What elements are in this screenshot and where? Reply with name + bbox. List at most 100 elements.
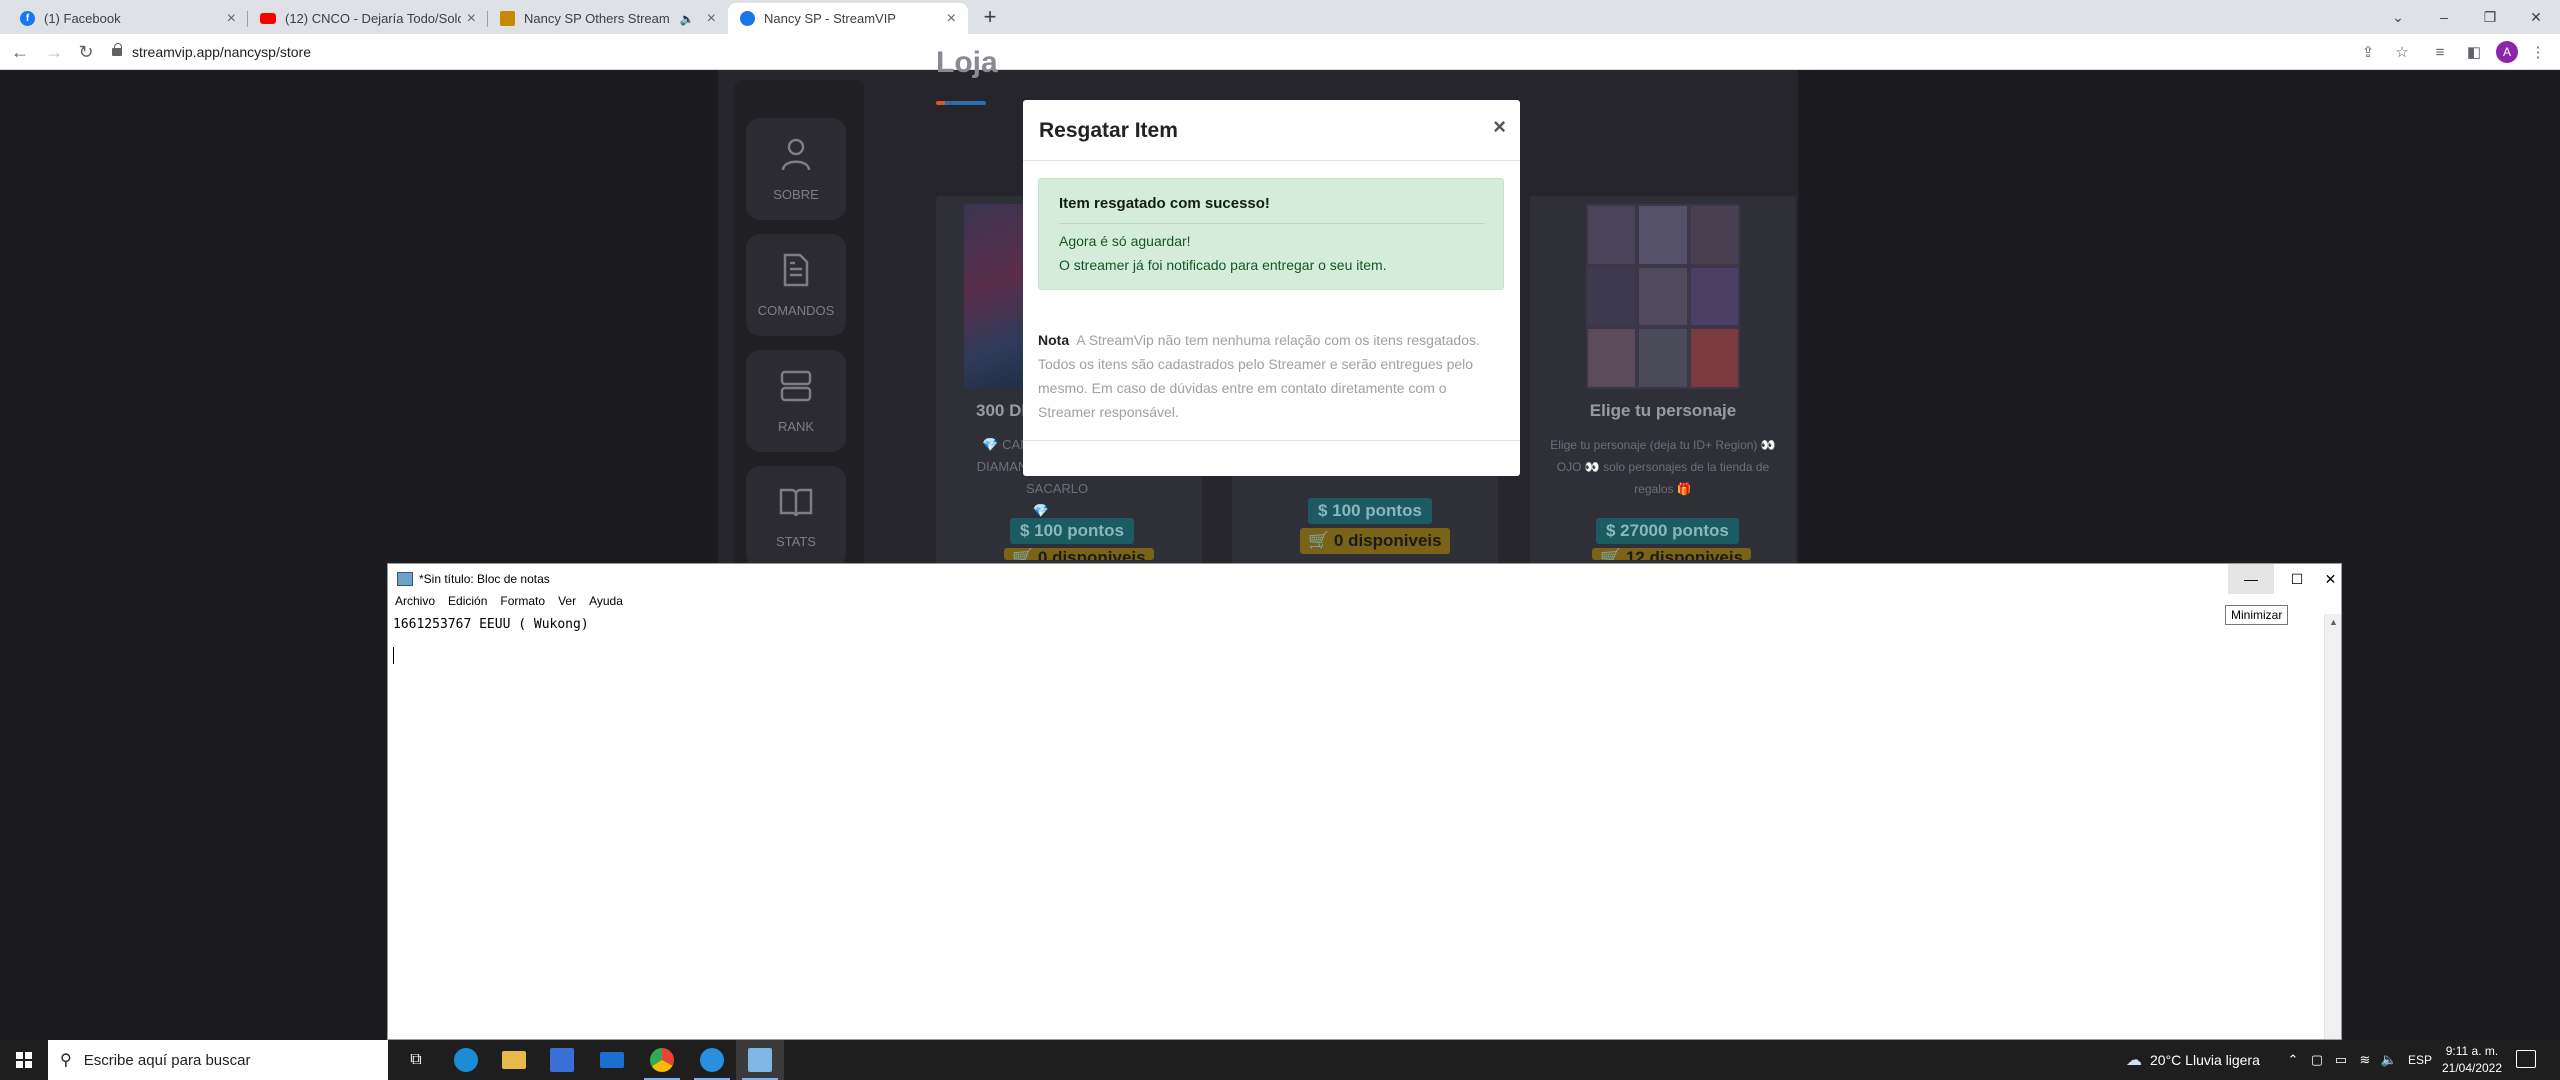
sidebar-item-rank[interactable]: RANK — [746, 350, 846, 452]
scroll-up-icon[interactable]: ▲ — [2329, 617, 2338, 627]
book-icon — [779, 486, 813, 526]
weather-text: 20°C Lluvia ligera — [2150, 1052, 2260, 1068]
streamvip-icon — [740, 11, 755, 26]
free-fire-icon — [500, 11, 515, 26]
alert-text: Agora é só aguardar! — [1059, 233, 1191, 249]
maximize-button[interactable]: ☐ — [2274, 564, 2320, 594]
menu-dots-icon[interactable]: ⋮ — [2526, 40, 2550, 64]
volume-icon[interactable]: 🔈 — [2379, 1040, 2399, 1080]
success-alert: Item resgatado com sucesso! Agora é só a… — [1038, 178, 1504, 290]
sidebar-item-label: COMANDOS — [757, 302, 835, 318]
speaker-icon[interactable]: 🔈 — [680, 12, 695, 26]
reading-list-icon[interactable]: ≡ — [2428, 40, 2452, 64]
note-label: Nota — [1038, 332, 1070, 348]
sidebar-item-label: SOBRE — [773, 186, 819, 202]
store-icon — [550, 1048, 574, 1072]
tab-title: (12) CNCO - Dejaría Todo/Solo In... — [285, 11, 461, 26]
menu-archivo[interactable]: Archivo — [395, 594, 435, 614]
note-text: A StreamVip não tem nenhuma relação com … — [1038, 332, 1480, 420]
back-icon[interactable]: ← — [6, 38, 34, 66]
user-icon — [781, 137, 811, 179]
close-icon[interactable]: × — [707, 10, 716, 28]
server-icon — [780, 369, 812, 411]
start-button[interactable] — [0, 1040, 48, 1080]
notepad-titlebar[interactable]: *Sin título: Bloc de notas — [388, 564, 2341, 594]
tab-search-icon[interactable]: ⌄ — [2375, 0, 2421, 34]
clock-time: 9:11 a. m. — [2445, 1044, 2499, 1058]
bookmark-star-icon[interactable]: ☆ — [2390, 40, 2414, 64]
mail-icon — [600, 1052, 624, 1068]
taskbar-notepad[interactable] — [736, 1040, 784, 1080]
text-editor[interactable]: 1661253767 EEUU ( Wukong) — [391, 614, 2321, 1039]
taskbar-explorer[interactable] — [490, 1040, 538, 1080]
side-panel-icon[interactable]: ◧ — [2462, 40, 2486, 64]
browser-tab-strip: f (1) Facebook × (12) CNCO - Dejaría Tod… — [0, 0, 2560, 34]
network-icon[interactable]: ▭ — [2331, 1040, 2351, 1080]
menu-formato[interactable]: Formato — [500, 594, 545, 614]
forward-icon[interactable]: → — [40, 38, 68, 66]
weather-widget[interactable]: ☁ 20°C Lluvia ligera — [2126, 1040, 2260, 1080]
minimize-button[interactable]: — — [2228, 564, 2274, 594]
sidebar-item-sobre[interactable]: SOBRE — [746, 118, 846, 220]
notification-icon[interactable] — [2516, 1050, 2536, 1068]
price-badge: $ 100 pontos — [1308, 498, 1432, 524]
taskbar-app-blue[interactable] — [688, 1040, 736, 1080]
tab-youtube[interactable]: (12) CNCO - Dejaría Todo/Solo In... × — [248, 3, 488, 34]
taskbar-edge[interactable] — [442, 1040, 490, 1080]
sidebar-item-stats[interactable]: STATS — [746, 466, 846, 568]
windows-icon — [16, 1052, 32, 1068]
menu-ayuda[interactable]: Ayuda — [589, 594, 623, 614]
chevron-up-icon[interactable]: ⌃ — [2283, 1040, 2303, 1080]
cloud-icon: ☁ — [2126, 1052, 2142, 1069]
taskbar-mail[interactable] — [588, 1040, 636, 1080]
lock-icon[interactable] — [112, 43, 122, 56]
close-icon[interactable]: × — [227, 10, 236, 28]
vertical-scrollbar[interactable]: ▲ — [2324, 614, 2341, 1039]
redeem-modal: Resgatar Item × Item resgatado com suces… — [1023, 100, 1520, 476]
price-badge: $ 100 pontos — [1010, 518, 1134, 544]
close-icon[interactable]: × — [467, 10, 476, 28]
facebook-icon: f — [20, 11, 35, 26]
tab-free-fire-stream[interactable]: Nancy SP Others Stream - 8... 🔈 × — [488, 3, 728, 34]
meet-icon[interactable]: ▢ — [2307, 1040, 2327, 1080]
availability-badge: 🛒 12 disponiveis — [1592, 548, 1752, 560]
tab-facebook[interactable]: f (1) Facebook × — [8, 3, 248, 34]
close-icon[interactable]: × — [947, 10, 956, 28]
desc-line: SACARLO 💎 — [1026, 481, 1089, 518]
taskbar-store[interactable] — [538, 1040, 586, 1080]
restore-button[interactable]: ❐ — [2467, 0, 2513, 34]
new-tab-button[interactable]: + — [976, 3, 1004, 31]
close-window-button[interactable]: ✕ — [2320, 564, 2341, 594]
character-grid — [1586, 204, 1740, 389]
clock-date: 21/04/2022 — [2441, 1061, 2503, 1075]
language-indicator[interactable]: ESP — [2408, 1040, 2432, 1080]
url-text[interactable]: streamvip.app/nancysp/store — [132, 44, 311, 60]
text-line: 1661253767 EEUU ( Wukong) — [393, 617, 589, 632]
item-name: Elige tu personaje — [1589, 401, 1737, 420]
close-window-button[interactable]: ✕ — [2513, 0, 2559, 34]
desc-line: regalos 🎁 — [1634, 482, 1692, 496]
share-icon[interactable]: ⇪ — [2356, 40, 2380, 64]
reload-icon[interactable]: ↻ — [72, 38, 100, 66]
clock[interactable]: 9:11 a. m. 21/04/2022 — [2432, 1043, 2512, 1077]
wifi-icon[interactable]: ≋ — [2355, 1040, 2375, 1080]
taskbar: ⚲ Escribe aquí para buscar ⧉ ☁ 20°C Lluv… — [0, 1040, 2560, 1080]
taskbar-search[interactable]: ⚲ Escribe aquí para buscar — [48, 1040, 388, 1080]
profile-avatar[interactable]: A — [2496, 41, 2518, 63]
item-name: 300 DI — [976, 401, 1027, 420]
taskbar-chrome[interactable] — [638, 1040, 686, 1080]
menu-edicion[interactable]: Edición — [448, 594, 487, 614]
modal-header: Resgatar Item × — [1023, 100, 1520, 161]
tab-streamvip[interactable]: Nancy SP - StreamVIP × — [728, 3, 968, 34]
page-title: Loja — [936, 46, 998, 79]
close-icon[interactable]: × — [1493, 114, 1506, 140]
minimize-button[interactable]: – — [2421, 0, 2467, 34]
menu-ver[interactable]: Ver — [558, 594, 576, 614]
address-bar[interactable]: streamvip.app/nancysp/store — [112, 40, 311, 64]
price-badge: $ 27000 pontos — [1596, 518, 1739, 544]
task-view-button[interactable]: ⧉ — [392, 1040, 440, 1080]
menu-bar: Archivo Edición Formato Ver Ayuda — [388, 594, 629, 614]
desc-line: Elige tu personaje (deja tu ID+ Region) … — [1550, 438, 1776, 452]
sidebar-item-comandos[interactable]: COMANDOS — [746, 234, 846, 336]
availability-badge: 🛒 0 disponiveis — [1004, 548, 1154, 560]
